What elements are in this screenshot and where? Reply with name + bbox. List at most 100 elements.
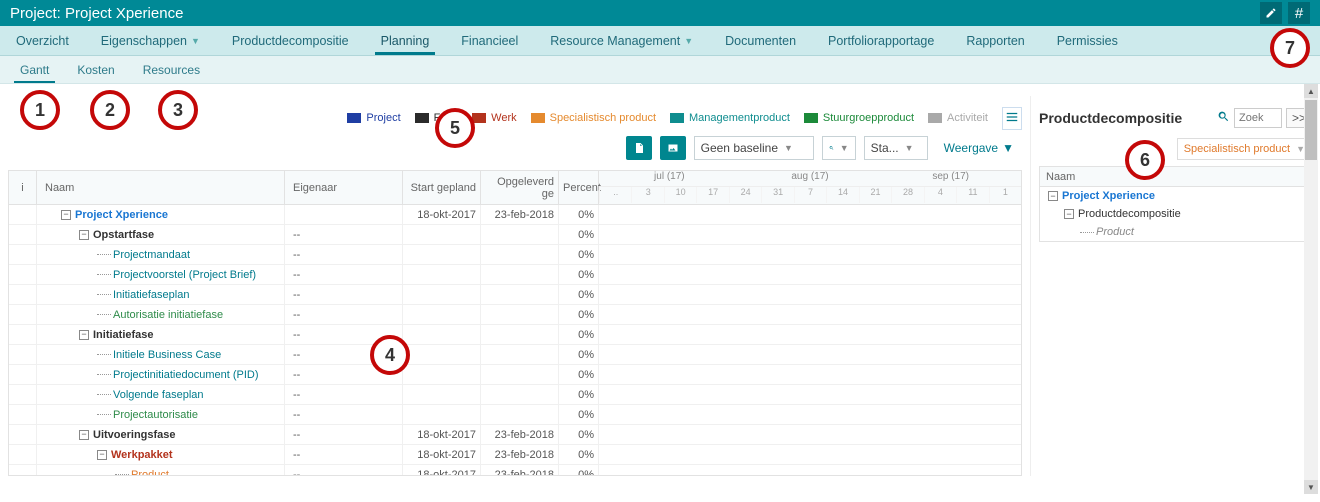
pd-row-label[interactable]: Productdecompositie	[1078, 208, 1181, 220]
legend-werk: Werk	[472, 112, 516, 124]
cell-name[interactable]: Projectinitiatiedocument (PID)	[37, 365, 285, 384]
scroll-thumb[interactable]	[1305, 100, 1317, 160]
pd-search-input[interactable]	[1234, 108, 1282, 128]
table-row[interactable]: Volgende faseplan--0%	[9, 385, 1021, 405]
table-row[interactable]: Projectautorisatie--0%	[9, 405, 1021, 425]
table-row[interactable]: −Project Xperience18-okt-201723-feb-2018…	[9, 205, 1021, 225]
cell-name[interactable]: −Werkpakket	[37, 445, 285, 464]
cell-name[interactable]: Initiatiefaseplan	[37, 285, 285, 304]
tab-permissies[interactable]: Permissies	[1041, 26, 1134, 55]
row-label[interactable]: Initiatiefase	[93, 329, 154, 341]
legend-settings-icon[interactable]	[1002, 107, 1022, 130]
cell-name[interactable]: Projectmandaat	[37, 245, 285, 264]
vertical-scrollbar[interactable]: ▲ ▼	[1304, 84, 1318, 494]
pd-row-label[interactable]: Product	[1096, 226, 1134, 238]
col-percent[interactable]: Percent	[559, 171, 599, 204]
row-label[interactable]: Volgende faseplan	[113, 389, 204, 401]
table-row[interactable]: Projectmandaat--0%	[9, 245, 1021, 265]
row-label[interactable]: Initiele Business Case	[113, 349, 221, 361]
table-row[interactable]: −Opstartfase--0%	[9, 225, 1021, 245]
tab-eigenschappen[interactable]: Eigenschappen▼	[85, 26, 216, 55]
cell-name[interactable]: Initiele Business Case	[37, 345, 285, 364]
col-start[interactable]: Start gepland	[403, 171, 481, 204]
pd-tree-row[interactable]: Product	[1040, 223, 1311, 241]
tab-planning[interactable]: Planning	[365, 26, 446, 55]
cell-owner: --	[285, 265, 403, 284]
subtab-gantt[interactable]: Gantt	[6, 56, 63, 83]
cell-info	[9, 265, 37, 284]
legend-project: Project	[347, 112, 400, 124]
pdf-export-button[interactable]	[626, 136, 652, 160]
row-label[interactable]: Initiatiefaseplan	[113, 289, 189, 301]
tab-resource-management[interactable]: Resource Management▼	[534, 26, 709, 55]
row-label[interactable]: Project Xperience	[75, 209, 168, 221]
row-label[interactable]: Autorisatie initiatiefase	[113, 309, 223, 321]
table-row[interactable]: −Werkpakket--18-okt-201723-feb-20180%	[9, 445, 1021, 465]
pd-tree-row[interactable]: −Productdecompositie	[1040, 205, 1311, 223]
cell-gantt	[599, 445, 1021, 464]
pd-col-name[interactable]: Naam	[1040, 167, 1311, 187]
zoom-select[interactable]: ▼	[822, 136, 856, 160]
scroll-down-arrow[interactable]: ▼	[1304, 480, 1318, 494]
scroll-up-arrow[interactable]: ▲	[1304, 84, 1318, 98]
subtab-kosten[interactable]: Kosten	[63, 56, 128, 83]
tab-overzicht[interactable]: Overzicht	[0, 26, 85, 55]
table-row[interactable]: −Uitvoeringsfase--18-okt-201723-feb-2018…	[9, 425, 1021, 445]
row-label[interactable]: Opstartfase	[93, 229, 154, 241]
baseline-select[interactable]: Geen baseline▼	[694, 136, 814, 160]
cell-name[interactable]: −Initiatiefase	[37, 325, 285, 344]
cell-name[interactable]: Projectvoorstel (Project Brief)	[37, 265, 285, 284]
pd-row-label[interactable]: Project Xperience	[1062, 190, 1155, 202]
row-label[interactable]: Product	[131, 469, 169, 476]
edit-icon[interactable]	[1260, 2, 1282, 24]
tab-documenten[interactable]: Documenten	[709, 26, 812, 55]
table-row[interactable]: Initiele Business Case--0%	[9, 345, 1021, 365]
view-select[interactable]: Weergave▼	[936, 136, 1022, 160]
tree-toggle[interactable]: −	[79, 430, 89, 440]
subtab-resources[interactable]: Resources	[129, 56, 214, 83]
hash-icon[interactable]: #	[1288, 2, 1310, 24]
tree-toggle[interactable]: −	[79, 330, 89, 340]
pd-tree-row[interactable]: −Project Xperience	[1040, 187, 1311, 205]
cell-name[interactable]: −Opstartfase	[37, 225, 285, 244]
tab-productdecompositie[interactable]: Productdecompositie	[216, 26, 365, 55]
table-row[interactable]: Autorisatie initiatiefase--0%	[9, 305, 1021, 325]
col-owner[interactable]: Eigenaar	[285, 171, 403, 204]
cell-name[interactable]: Projectautorisatie	[37, 405, 285, 424]
row-label[interactable]: Projectvoorstel (Project Brief)	[113, 269, 256, 281]
table-row[interactable]: Projectinitiatiedocument (PID)--0%	[9, 365, 1021, 385]
row-label[interactable]: Projectinitiatiedocument (PID)	[113, 369, 259, 381]
cell-deliv	[481, 265, 559, 284]
tree-leaf-icon	[97, 314, 111, 315]
col-delivered[interactable]: Opgeleverd ge	[481, 171, 559, 204]
tree-toggle[interactable]: −	[61, 210, 71, 220]
table-row[interactable]: Initiatiefaseplan--0%	[9, 285, 1021, 305]
image-export-button[interactable]	[660, 136, 686, 160]
tree-toggle[interactable]: −	[1048, 191, 1058, 201]
row-label[interactable]: Uitvoeringsfase	[93, 429, 176, 441]
table-row[interactable]: Projectvoorstel (Project Brief)--0%	[9, 265, 1021, 285]
product-decomposition-pane: Productdecompositie >> Specialistisch pr…	[1030, 96, 1320, 476]
cell-name[interactable]: Autorisatie initiatiefase	[37, 305, 285, 324]
cell-name[interactable]: Product	[37, 465, 285, 475]
status-select[interactable]: Sta...▼	[864, 136, 928, 160]
tree-toggle[interactable]: −	[79, 230, 89, 240]
tree-toggle[interactable]: −	[1064, 209, 1074, 219]
col-info[interactable]: i	[9, 171, 37, 204]
table-row[interactable]: Product--18-okt-201723-feb-20180%	[9, 465, 1021, 475]
cell-name[interactable]: −Project Xperience	[37, 205, 285, 224]
tab-financieel[interactable]: Financieel	[445, 26, 534, 55]
pd-filter-select[interactable]: Specialistisch product ▼	[1177, 138, 1312, 160]
cell-info	[9, 405, 37, 424]
tree-toggle[interactable]: −	[97, 450, 107, 460]
row-label[interactable]: Projectmandaat	[113, 249, 190, 261]
cell-start	[403, 365, 481, 384]
table-row[interactable]: −Initiatiefase--0%	[9, 325, 1021, 345]
col-name[interactable]: Naam	[37, 171, 285, 204]
cell-name[interactable]: Volgende faseplan	[37, 385, 285, 404]
tab-rapporten[interactable]: Rapporten	[950, 26, 1040, 55]
cell-name[interactable]: −Uitvoeringsfase	[37, 425, 285, 444]
row-label[interactable]: Projectautorisatie	[113, 409, 198, 421]
tab-portfoliorapportage[interactable]: Portfoliorapportage	[812, 26, 950, 55]
row-label[interactable]: Werkpakket	[111, 449, 173, 461]
